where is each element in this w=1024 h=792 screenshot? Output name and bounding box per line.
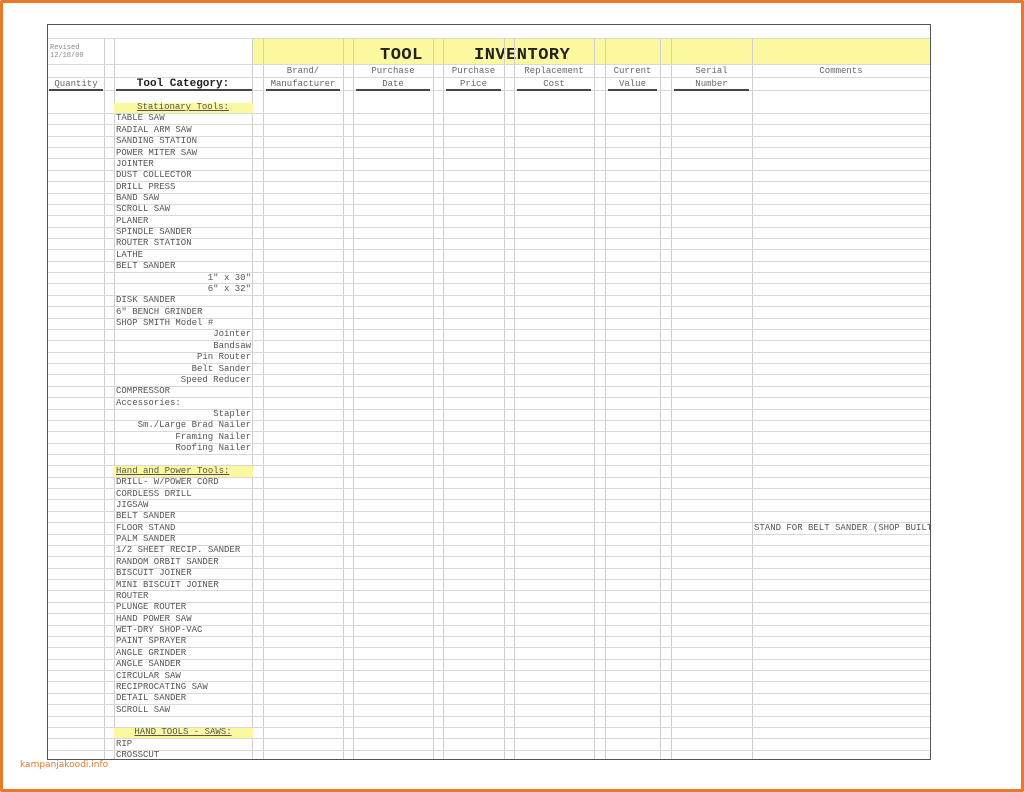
row-divider bbox=[48, 215, 930, 217]
row-divider bbox=[48, 38, 930, 39]
tool-item[interactable]: LATHE bbox=[116, 250, 143, 261]
column-underline bbox=[266, 89, 340, 91]
row-divider bbox=[48, 590, 930, 592]
column-header-line1: Serial bbox=[695, 66, 728, 76]
category-underline bbox=[116, 89, 252, 91]
tool-item[interactable]: CIRCULAR SAW bbox=[116, 671, 181, 682]
title-inventory: INVENTORY bbox=[474, 46, 571, 65]
row-divider bbox=[48, 260, 930, 262]
tool-item[interactable]: PLANER bbox=[116, 216, 148, 227]
title-band bbox=[253, 38, 930, 64]
column-header-line1: Purchase bbox=[371, 66, 415, 76]
revised-label: Revised bbox=[50, 44, 80, 52]
tool-item[interactable]: PLUNGE ROUTER bbox=[116, 602, 186, 613]
inventory-sheet: Revised 12/18/00 TOOL INVENTORY Quantity… bbox=[47, 24, 931, 760]
tool-item[interactable]: FLOOR STAND bbox=[116, 523, 175, 534]
tool-item[interactable]: Pin Router bbox=[114, 352, 251, 363]
tool-item[interactable]: 6" BENCH GRINDER bbox=[116, 307, 202, 318]
column-header-line1: Purchase bbox=[451, 66, 496, 76]
section-header[interactable]: Stationary Tools: bbox=[114, 102, 252, 113]
column-underline bbox=[674, 89, 749, 91]
tool-item[interactable]: Framing Nailer bbox=[114, 432, 251, 443]
quantity-underline bbox=[49, 89, 103, 91]
section-header[interactable]: Hand and Power Tools: bbox=[116, 466, 229, 477]
row-divider bbox=[48, 192, 930, 194]
tool-item[interactable]: TABLE SAW bbox=[116, 113, 165, 124]
tool-item[interactable]: MINI BISCUIT JOINER bbox=[116, 580, 219, 591]
row-divider bbox=[48, 249, 930, 251]
tool-item[interactable]: RECIPROCATING SAW bbox=[116, 682, 208, 693]
row-divider bbox=[48, 112, 930, 114]
row-divider bbox=[48, 510, 930, 512]
tool-item[interactable]: BISCUIT JOINER bbox=[116, 568, 192, 579]
tool-item[interactable]: DISK SANDER bbox=[116, 295, 175, 306]
tool-item[interactable]: SCROLL SAW bbox=[116, 705, 170, 716]
row-divider bbox=[48, 294, 930, 296]
tool-item[interactable]: PAINT SPRAYER bbox=[116, 636, 186, 647]
column-header-line1: Comments bbox=[819, 66, 863, 76]
tool-item[interactable]: 1/2 SHEET RECIP. SANDER bbox=[116, 545, 240, 556]
tool-item[interactable]: SHOP SMITH Model # bbox=[116, 318, 213, 329]
row-divider bbox=[48, 64, 930, 65]
tool-item[interactable]: Bandsaw bbox=[114, 341, 251, 352]
section-header[interactable]: HAND TOOLS - SAWS: bbox=[114, 727, 252, 738]
tool-item[interactable]: ROUTER bbox=[116, 591, 148, 602]
tool-item[interactable]: DRILL- W/POWER CORD bbox=[116, 477, 219, 488]
tool-item[interactable]: ANGLE SANDER bbox=[116, 659, 181, 670]
column-header-line1: Brand/ bbox=[286, 66, 320, 76]
tool-item[interactable]: Jointer bbox=[114, 329, 251, 340]
row-divider bbox=[48, 738, 930, 740]
column-underline bbox=[356, 89, 430, 91]
tool-item[interactable]: DETAIL SANDER bbox=[116, 693, 186, 704]
comment-cell[interactable]: STAND FOR BELT SANDER (SHOP BUILT) bbox=[754, 523, 930, 534]
tool-item[interactable]: SANDING STATION bbox=[116, 136, 197, 147]
tool-item[interactable]: COMPRESSOR bbox=[116, 386, 170, 397]
tool-item[interactable]: Speed Reducer bbox=[114, 375, 251, 386]
row-divider bbox=[48, 533, 930, 535]
tool-item[interactable]: BELT SANDER bbox=[116, 261, 175, 272]
tool-item[interactable]: PALM SANDER bbox=[116, 534, 175, 545]
tool-item[interactable]: WET-DRY SHOP-VAC bbox=[116, 625, 202, 636]
title-tool: TOOL bbox=[380, 46, 423, 65]
row-divider bbox=[48, 385, 930, 387]
tool-item[interactable]: Sm./Large Brad Nailer bbox=[114, 420, 251, 431]
column-header-line1: Replacement bbox=[524, 66, 584, 76]
tool-item[interactable]: ANGLE GRINDER bbox=[116, 648, 186, 659]
row-divider bbox=[48, 749, 930, 751]
tool-item[interactable]: RIP bbox=[116, 739, 132, 750]
tool-item[interactable]: Stapler bbox=[114, 409, 251, 420]
tool-item[interactable]: POWER MITER SAW bbox=[116, 148, 197, 159]
tool-item[interactable]: 1" x 30" bbox=[114, 273, 251, 284]
tool-item[interactable]: Accessories: bbox=[116, 398, 181, 409]
tool-item[interactable]: JOINTER bbox=[116, 159, 154, 170]
tool-item[interactable]: CORDLESS DRILL bbox=[116, 489, 192, 500]
row-divider bbox=[48, 715, 930, 717]
tool-item[interactable]: SCROLL SAW bbox=[116, 204, 170, 215]
row-divider bbox=[48, 704, 930, 706]
row-divider bbox=[48, 203, 930, 205]
tool-item[interactable]: RADIAL ARM SAW bbox=[116, 125, 192, 136]
tool-item[interactable]: SPINDLE SANDER bbox=[116, 227, 192, 238]
tool-item[interactable]: DRILL PRESS bbox=[116, 182, 175, 193]
row-divider bbox=[48, 454, 930, 455]
tool-item[interactable]: DUST COLLECTOR bbox=[116, 170, 192, 181]
column-underline bbox=[608, 89, 657, 91]
tool-item[interactable]: ROUTER STATION bbox=[116, 238, 192, 249]
tool-item[interactable]: Roofing Nailer bbox=[114, 443, 251, 454]
tool-item[interactable]: JIGSAW bbox=[116, 500, 148, 511]
tool-item[interactable]: BAND SAW bbox=[116, 193, 159, 204]
tool-item[interactable]: BELT SANDER bbox=[116, 511, 175, 522]
tool-item[interactable]: RANDOM ORBIT SANDER bbox=[116, 557, 219, 568]
row-divider bbox=[48, 181, 930, 183]
column-underline bbox=[446, 89, 501, 91]
column-header-line1: Current bbox=[613, 66, 652, 76]
tool-item[interactable]: CROSSCUT bbox=[116, 750, 159, 759]
tool-item[interactable]: HAND POWER SAW bbox=[116, 614, 192, 625]
tool-item[interactable]: 6" x 32" bbox=[114, 284, 251, 295]
row-divider bbox=[48, 77, 930, 78]
tool-item[interactable]: Belt Sander bbox=[114, 364, 251, 375]
column-underline bbox=[517, 89, 591, 91]
watermark: kampanjakoodi.info bbox=[20, 760, 109, 770]
revised-date: 12/18/00 bbox=[50, 52, 84, 60]
